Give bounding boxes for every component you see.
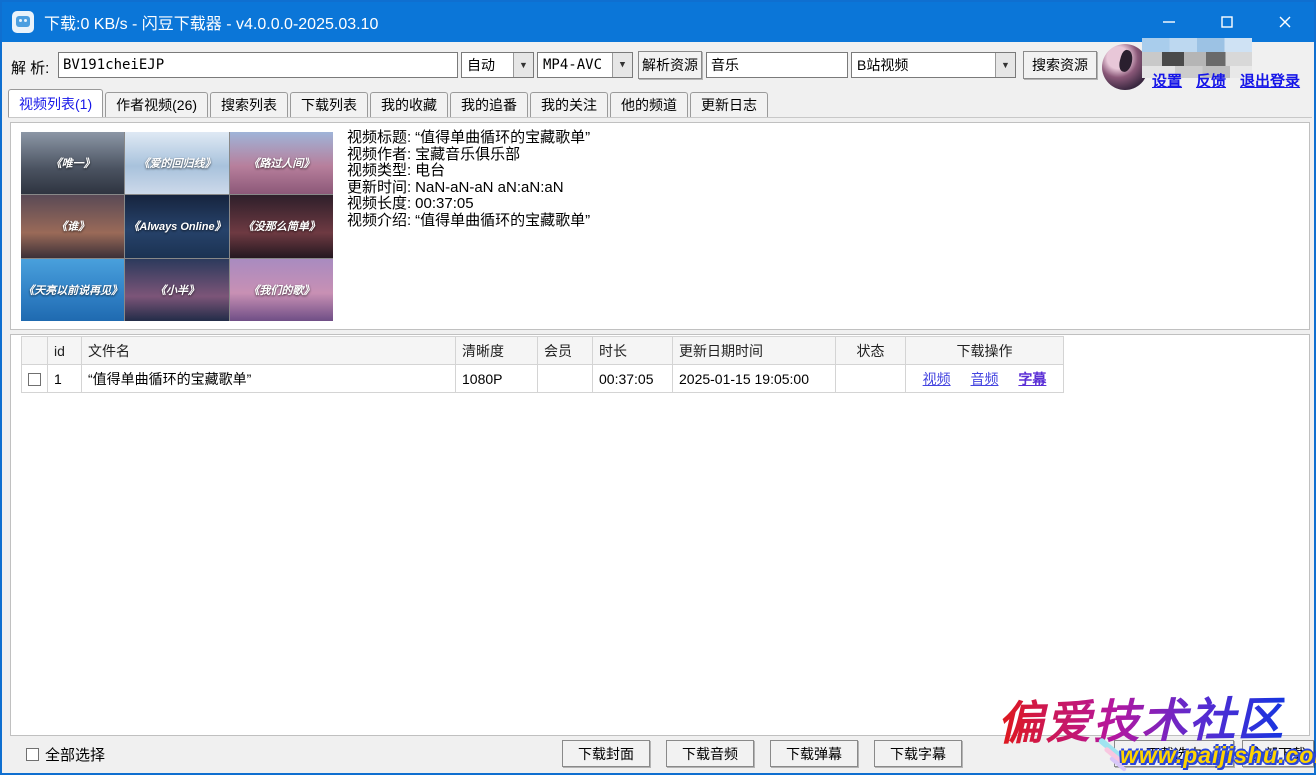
cell-vip (538, 365, 593, 393)
header-status: 状态 (836, 337, 906, 365)
tab-my-favorites[interactable]: 我的收藏 (370, 92, 448, 117)
select-all-label: 全部选择 (45, 744, 105, 765)
download-audio-link[interactable]: 音频 (971, 371, 999, 387)
quality-select[interactable]: 自动 ▼ (461, 52, 534, 78)
cell-status (836, 365, 906, 393)
parse-resource-button[interactable]: 解析资源 (638, 51, 702, 79)
tab-changelog[interactable]: 更新日志 (690, 92, 768, 117)
cover-tile: 《小半》 (125, 259, 228, 321)
tab-download-list[interactable]: 下载列表 (290, 92, 368, 117)
header-actions: 下载操作 (906, 337, 1064, 365)
user-links: 设置 反馈 退出登录 (1152, 70, 1312, 91)
tab-my-follows[interactable]: 我的关注 (530, 92, 608, 117)
settings-link[interactable]: 设置 (1152, 70, 1182, 91)
cell-quality: 1080P (456, 365, 538, 393)
select-all-checkbox[interactable] (26, 748, 39, 761)
cover-tile: 《天亮以前说再见》 (21, 259, 124, 321)
cell-actions: 视频 音频 字幕 (906, 365, 1064, 393)
cover-tile: 《爱的回归线》 (125, 132, 228, 194)
cell-id: 1 (48, 365, 82, 393)
header-duration: 时长 (593, 337, 673, 365)
video-info-panel: 《唯一》 《爱的回归线》 《路过人间》 《谁》 《Always Online》 … (10, 122, 1310, 330)
app-window: 下载:0 KB/s - 闪豆下载器 - v4.0.0.0-2025.03.10 … (0, 0, 1316, 775)
download-subtitle-button[interactable]: 下载字幕 (874, 740, 962, 767)
tab-my-bangumi[interactable]: 我的追番 (450, 92, 528, 117)
download-subtitle-link[interactable]: 字幕 (1018, 371, 1046, 387)
chevron-down-icon: ▼ (612, 53, 632, 77)
format-select-value: MP4-AVC (538, 57, 612, 73)
chevron-down-icon: ▼ (513, 53, 533, 77)
video-type-line: 视频类型:电台 (347, 163, 590, 180)
video-description-line: 视频介绍:“值得单曲循环的宝藏歌单” (347, 213, 590, 230)
cover-tile: 《唯一》 (21, 132, 124, 194)
site-select[interactable]: B站视频 ▼ (851, 52, 1016, 78)
format-select[interactable]: MP4-AVC ▼ (537, 52, 633, 78)
chevron-down-icon: ▼ (995, 53, 1015, 77)
toolbar: 解 析: 自动 ▼ MP4-AVC ▼ 解析资源 B站视频 ▼ 搜索资源 设置 … (2, 44, 1314, 88)
parse-label: 解 析: (11, 57, 49, 78)
header-id: id (48, 337, 82, 365)
maximize-button[interactable] (1198, 2, 1256, 42)
video-updated-line: 更新时间:NaN-aN-aN aN:aN:aN (347, 180, 590, 197)
tab-strip: 视频列表(1) 作者视频(26) 搜索列表 下载列表 我的收藏 我的追番 我的关… (8, 90, 1312, 118)
download-selected-button[interactable]: 下载选中 (1114, 740, 1234, 767)
app-icon (12, 11, 34, 33)
file-table: id 文件名 清晰度 会员 时长 更新日期时间 状态 下载操作 1 “值得单曲循… (21, 336, 1064, 393)
window-title: 下载:0 KB/s - 闪豆下载器 - v4.0.0.0-2025.03.10 (44, 10, 378, 34)
download-all-button[interactable]: 全部下载 (1242, 740, 1314, 767)
header-filename: 文件名 (82, 337, 456, 365)
cover-tile: 《我们的歌》 (230, 259, 333, 321)
search-keyword-input[interactable] (706, 52, 848, 78)
tab-video-list[interactable]: 视频列表(1) (8, 89, 103, 117)
site-select-value: B站视频 (852, 55, 995, 75)
download-video-link[interactable]: 视频 (923, 371, 951, 387)
header-vip: 会员 (538, 337, 593, 365)
quality-select-value: 自动 (462, 55, 513, 75)
cell-filename: “值得单曲循环的宝藏歌单” (82, 365, 456, 393)
video-title-line: 视频标题:“值得单曲循环的宝藏歌单” (347, 130, 590, 147)
feedback-link[interactable]: 反馈 (1196, 70, 1226, 91)
video-author-line: 视频作者:宝藏音乐俱乐部 (347, 147, 590, 164)
bottom-bar: 全部选择 下载封面 下载音频 下载弹幕 下载字幕 下载选中 全部下载 (2, 738, 1316, 773)
row-checkbox[interactable] (28, 373, 41, 386)
window-controls (1140, 2, 1314, 42)
logout-link[interactable]: 退出登录 (1240, 70, 1300, 91)
close-button[interactable] (1256, 2, 1314, 42)
search-resource-button[interactable]: 搜索资源 (1023, 51, 1097, 79)
header-updated: 更新日期时间 (673, 337, 836, 365)
cover-tile: 《路过人间》 (230, 132, 333, 194)
cell-duration: 00:37:05 (593, 365, 673, 393)
header-checkbox-col (22, 337, 48, 365)
cover-tile: 《没那么简单》 (230, 195, 333, 257)
cell-updated: 2025-01-15 19:05:00 (673, 365, 836, 393)
header-quality: 清晰度 (456, 337, 538, 365)
minimize-button[interactable] (1140, 2, 1198, 42)
titlebar: 下载:0 KB/s - 闪豆下载器 - v4.0.0.0-2025.03.10 (2, 2, 1314, 42)
video-metadata: 视频标题:“值得单曲循环的宝藏歌单” 视频作者:宝藏音乐俱乐部 视频类型:电台 … (347, 130, 590, 229)
table-row[interactable]: 1 “值得单曲循环的宝藏歌单” 1080P 00:37:05 2025-01-1… (22, 365, 1064, 393)
download-cover-button[interactable]: 下载封面 (562, 740, 650, 767)
tab-author-videos[interactable]: 作者视频(26) (105, 92, 208, 117)
url-input[interactable] (58, 52, 458, 78)
download-audio-button[interactable]: 下载音频 (666, 740, 754, 767)
tab-his-channel[interactable]: 他的频道 (610, 92, 688, 117)
cover-tile: 《Always Online》 (125, 195, 228, 257)
video-duration-line: 视频长度:00:37:05 (347, 196, 590, 213)
cover-tile: 《谁》 (21, 195, 124, 257)
table-header-row: id 文件名 清晰度 会员 时长 更新日期时间 状态 下载操作 (22, 337, 1064, 365)
tab-search-list[interactable]: 搜索列表 (210, 92, 288, 117)
select-all-group: 全部选择 (26, 744, 105, 765)
file-table-panel: id 文件名 清晰度 会员 时长 更新日期时间 状态 下载操作 1 “值得单曲循… (10, 334, 1310, 736)
video-cover-image: 《唯一》 《爱的回归线》 《路过人间》 《谁》 《Always Online》 … (21, 132, 333, 321)
download-danmaku-button[interactable]: 下载弹幕 (770, 740, 858, 767)
